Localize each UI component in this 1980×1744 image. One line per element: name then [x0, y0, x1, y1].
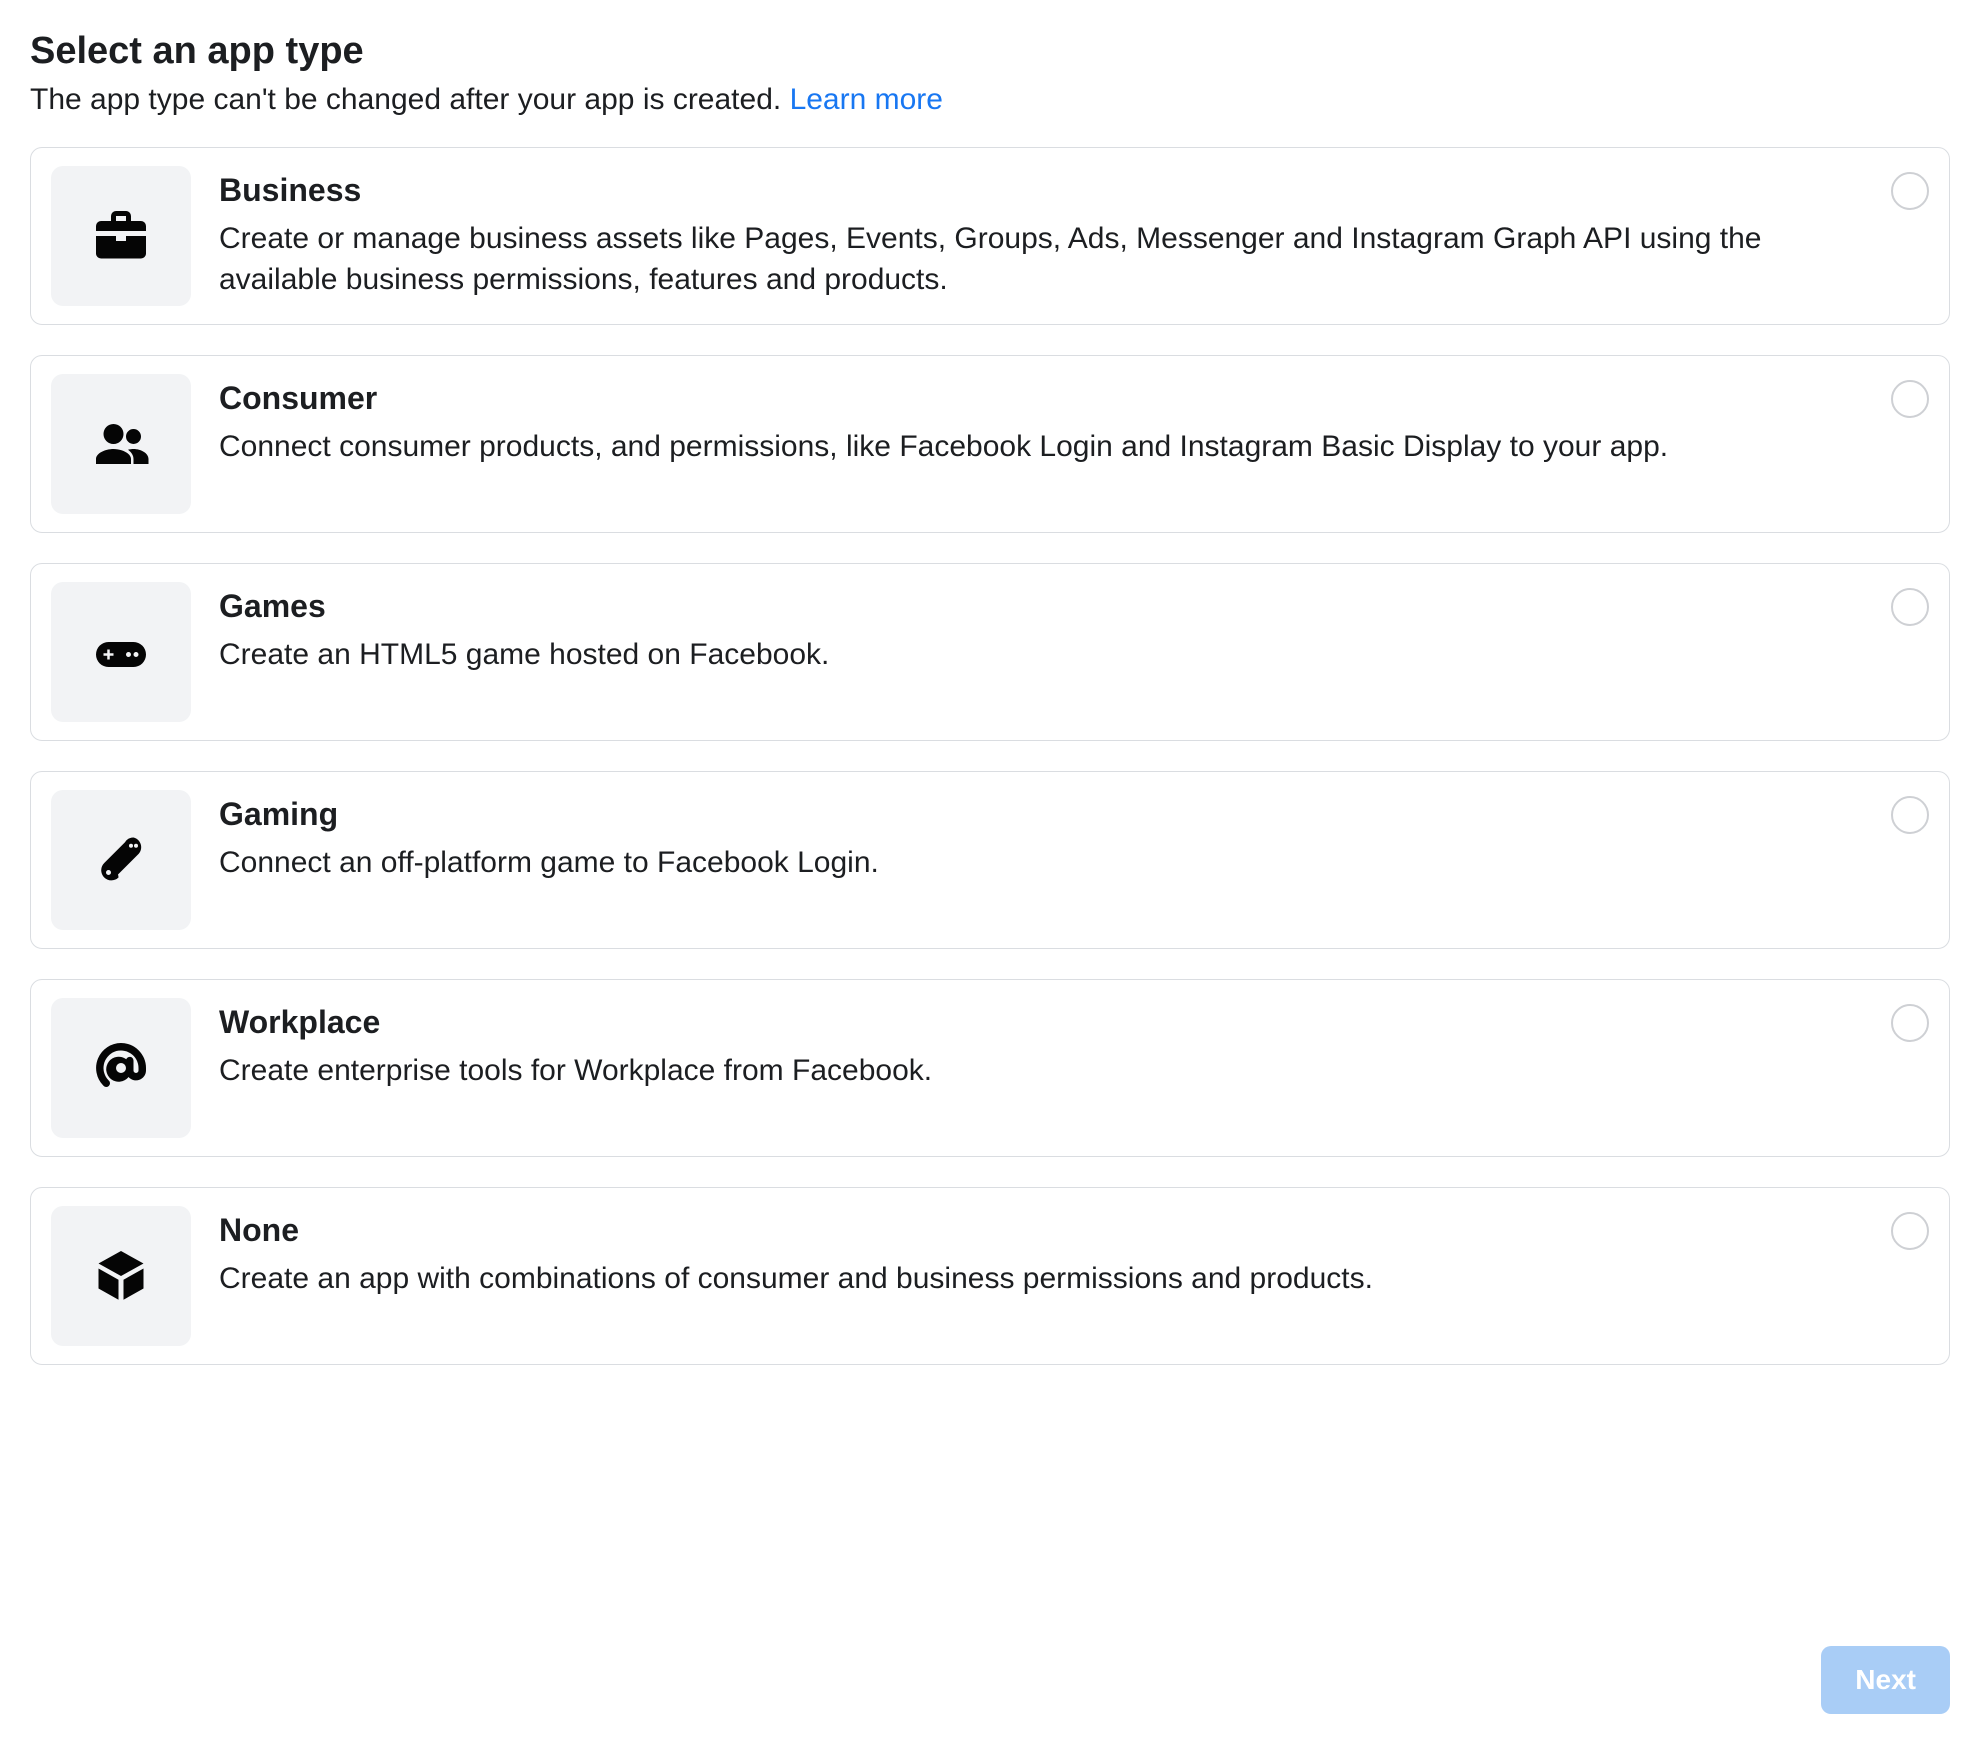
workplace-icon: [51, 998, 191, 1138]
option-radio-games[interactable]: [1891, 588, 1929, 626]
app-type-options-list: Business Create or manage business asset…: [30, 147, 1950, 1365]
option-title: None: [219, 1212, 1863, 1249]
option-radio-business[interactable]: [1891, 172, 1929, 210]
option-title: Gaming: [219, 796, 1863, 833]
option-body: Business Create or manage business asset…: [219, 166, 1863, 300]
option-radio-workplace[interactable]: [1891, 1004, 1929, 1042]
page-title: Select an app type: [30, 30, 1950, 73]
page-subtitle: The app type can't be changed after your…: [30, 83, 1950, 117]
option-none[interactable]: None Create an app with combinations of …: [30, 1187, 1950, 1365]
option-radio-none[interactable]: [1891, 1212, 1929, 1250]
option-body: Gaming Connect an off-platform game to F…: [219, 790, 1863, 884]
option-workplace[interactable]: Workplace Create enterprise tools for Wo…: [30, 979, 1950, 1157]
option-games[interactable]: Games Create an HTML5 game hosted on Fac…: [30, 563, 1950, 741]
cube-icon: [51, 1206, 191, 1346]
option-radio-consumer[interactable]: [1891, 380, 1929, 418]
option-title: Business: [219, 172, 1863, 209]
option-description: Create an HTML5 game hosted on Facebook.: [219, 635, 1863, 676]
option-description: Create enterprise tools for Workplace fr…: [219, 1051, 1863, 1092]
option-body: Workplace Create enterprise tools for Wo…: [219, 998, 1863, 1092]
option-body: Games Create an HTML5 game hosted on Fac…: [219, 582, 1863, 676]
option-title: Workplace: [219, 1004, 1863, 1041]
option-consumer[interactable]: Consumer Connect consumer products, and …: [30, 355, 1950, 533]
option-description: Create or manage business assets like Pa…: [219, 219, 1863, 300]
learn-more-link[interactable]: Learn more: [790, 83, 943, 116]
option-description: Connect an off-platform game to Facebook…: [219, 843, 1863, 884]
option-description: Connect consumer products, and permissio…: [219, 427, 1863, 468]
people-icon: [51, 374, 191, 514]
page-subtitle-text: The app type can't be changed after your…: [30, 83, 790, 116]
gamepad-icon: [51, 582, 191, 722]
option-radio-gaming[interactable]: [1891, 796, 1929, 834]
option-title: Consumer: [219, 380, 1863, 417]
footer: Next: [1821, 1646, 1950, 1714]
joystick-icon: [51, 790, 191, 930]
option-business[interactable]: Business Create or manage business asset…: [30, 147, 1950, 325]
option-description: Create an app with combinations of consu…: [219, 1259, 1863, 1300]
briefcase-icon: [51, 166, 191, 306]
option-body: None Create an app with combinations of …: [219, 1206, 1863, 1300]
option-gaming[interactable]: Gaming Connect an off-platform game to F…: [30, 771, 1950, 949]
next-button[interactable]: Next: [1821, 1646, 1950, 1714]
option-title: Games: [219, 588, 1863, 625]
option-body: Consumer Connect consumer products, and …: [219, 374, 1863, 468]
